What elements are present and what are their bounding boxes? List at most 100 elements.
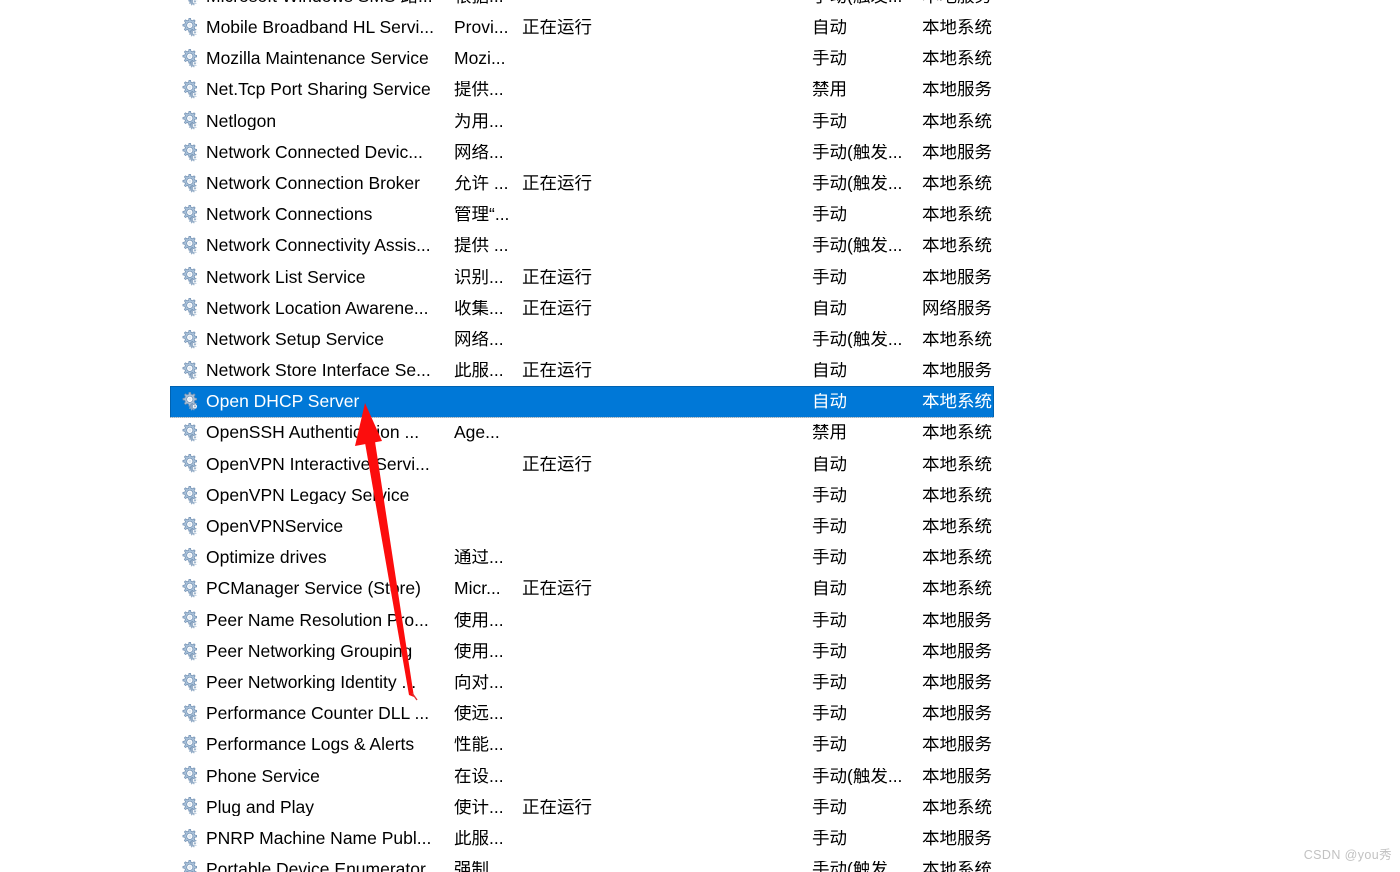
services-window: Microsoft Windows SMS 路...根据...手动(触发...本… <box>0 0 1400 872</box>
service-name: Network Connected Devic... <box>206 143 423 162</box>
service-name: Network Store Interface Se... <box>206 362 431 380</box>
gear-wrench-icon <box>180 0 202 8</box>
service-name: Peer Name Resolution Pro... <box>206 611 429 630</box>
service-startup-type: 手动(触发... <box>812 861 903 872</box>
gear-wrench-icon <box>180 360 202 382</box>
service-startup-type: 手动 <box>812 112 847 131</box>
service-row[interactable]: Network Store Interface Se... 此服... 正在运行 自动… <box>170 355 994 387</box>
service-row-selected[interactable]: Open DHCP Server 自动 本地系统 <box>170 386 994 420</box>
service-description: 使用... <box>454 642 504 661</box>
service-description: 网络... <box>454 330 504 349</box>
gear-wrench-icon <box>180 485 202 507</box>
service-row[interactable]: OpenVPN Legacy Service 手动 本地系统 <box>170 480 994 512</box>
service-startup-type: 手动(触发... <box>812 330 903 349</box>
service-row[interactable]: Network Connections 管理“... 手动 本地系统 <box>170 199 994 231</box>
service-startup-type: 手动 <box>812 206 847 224</box>
service-startup-type: 自动 <box>812 580 847 598</box>
service-status: 正在运行 <box>522 455 592 474</box>
service-name: Network Setup Service <box>206 330 384 349</box>
service-startup-type: 手动 <box>812 486 847 505</box>
service-row[interactable]: Network Connected Devic... 网络... 手动(触发... 本… <box>170 136 994 169</box>
service-name: Network Connection Broker <box>206 174 420 193</box>
service-row[interactable]: PCManager Service (Store) Micr... 正在运行 自动 本地… <box>170 573 994 605</box>
service-row[interactable]: Performance Logs & Alerts 性能... 手动 本地服务 <box>170 729 994 761</box>
service-status: 正在运行 <box>522 299 592 318</box>
service-row[interactable]: Performance Counter DLL ... 使远... 手动 本地服务 <box>170 698 994 730</box>
gear-wrench-icon <box>180 609 202 631</box>
service-startup-type: 手动(触发... <box>812 143 903 162</box>
service-row[interactable]: Net.Tcp Port Sharing Service 提供... 禁用 本地服务 <box>170 74 994 106</box>
service-description: 识别... <box>454 268 504 287</box>
service-description: 此服... <box>454 829 504 848</box>
services-list[interactable]: Microsoft Windows SMS 路...根据... 手动(触发... 本… <box>170 0 994 872</box>
gear-wrench-icon <box>180 266 202 288</box>
gear-wrench-icon <box>180 17 202 39</box>
service-name: Peer Networking Identity ... <box>206 673 417 692</box>
service-row[interactable]: Network Connectivity Assis... 提供 ... 手动(触发… <box>170 230 994 262</box>
service-log-on-as: 本地服务 <box>922 736 992 754</box>
service-startup-type: 手动 <box>812 268 847 287</box>
service-row[interactable]: Network List Service 识别... 正在运行 手动 本地服务 <box>170 261 994 293</box>
service-log-on-as: 本地服务 <box>922 767 992 786</box>
service-name: OpenVPN Interactive Servi... <box>206 455 430 474</box>
gear-wrench-icon <box>180 672 202 694</box>
service-description: Provi... <box>454 19 509 37</box>
gear-wrench-icon <box>180 703 202 725</box>
service-log-on-as: 本地系统 <box>922 237 992 255</box>
service-name: Phone Service <box>206 767 320 786</box>
gear-wrench-icon <box>180 48 202 70</box>
gear-wrench-icon <box>180 110 202 132</box>
service-log-on-as: 本地系统 <box>922 455 992 474</box>
service-description: 性能... <box>454 736 504 754</box>
service-description: 网络... <box>454 143 504 162</box>
service-log-on-as: 本地系统 <box>922 861 992 872</box>
service-startup-type: 手动 <box>812 798 847 817</box>
service-row[interactable]: Network Setup Service 网络... 手动(触发... 本地系统 <box>170 324 994 356</box>
service-startup-type: 手动 <box>812 549 847 567</box>
service-row[interactable]: Mobile Broadband HL Servi... Provi... 正在运行… <box>170 12 994 44</box>
service-startup-type: 手动(触发... <box>812 0 922 5</box>
service-row[interactable]: Peer Networking Identity ... 向对... 手动 本地服务 <box>170 667 994 699</box>
service-name: Net.Tcp Port Sharing Service <box>206 81 431 99</box>
service-log-on-as: 本地系统 <box>922 798 992 817</box>
service-description: 强制... <box>454 861 504 872</box>
service-row[interactable]: Phone Service 在设... 手动(触发... 本地服务 <box>170 760 994 792</box>
service-name: Open DHCP Server <box>206 393 360 411</box>
service-row[interactable]: Peer Name Resolution Pro... 使用... 手动 本地服务 <box>170 604 994 636</box>
service-description: 提供 ... <box>454 237 509 255</box>
service-startup-type: 自动 <box>812 19 847 37</box>
service-description: 使计... <box>454 798 504 817</box>
service-log-on-as: 本地系统 <box>922 486 992 505</box>
service-log-on-as: 本地系统 <box>922 19 992 37</box>
service-startup-type: 自动 <box>812 455 847 474</box>
service-row[interactable]: OpenVPN Interactive Servi... 正在运行 自动 本地系统 <box>170 448 994 480</box>
service-description: 管理“... <box>454 206 510 224</box>
service-row[interactable]: Network Location Awarene... 收集... 正在运行 自动 网络… <box>170 292 994 325</box>
service-description: 根据... <box>454 0 522 5</box>
service-startup-type: 禁用 <box>812 81 847 99</box>
service-row[interactable]: Peer Networking Grouping 使用... 手动 本地服务 <box>170 635 994 668</box>
gear-wrench-icon <box>180 422 202 444</box>
service-status: 正在运行 <box>522 19 592 37</box>
service-row[interactable]: OpenSSH Authentication ... Age... 禁用 本地系统 <box>170 417 994 449</box>
service-row[interactable]: Microsoft Windows SMS 路...根据...手动(触发...本… <box>170 0 994 13</box>
gear-wrench-icon <box>180 547 202 569</box>
service-status: 正在运行 <box>522 798 592 817</box>
service-name: OpenVPN Legacy Service <box>206 486 410 505</box>
service-row[interactable]: OpenVPNService 手动 本地系统 <box>170 511 994 543</box>
service-row[interactable]: Mozilla Maintenance Service Mozi... 手动 本地系统 <box>170 43 994 75</box>
service-row[interactable]: PNRP Machine Name Publ... 此服... 手动 本地服务 <box>170 823 994 855</box>
service-row[interactable]: Optimize drives 通过... 手动 本地系统 <box>170 542 994 574</box>
service-log-on-as: 本地服务 <box>922 642 992 661</box>
service-row[interactable]: Netlogon 为用... 手动 本地系统 <box>170 105 994 137</box>
gear-wrench-icon <box>180 796 202 818</box>
service-startup-type: 自动 <box>812 362 847 380</box>
service-row[interactable]: Network Connection Broker 允许 ... 正在运行 手动(触发… <box>170 168 994 200</box>
service-log-on-as: 本地服务 <box>922 829 992 848</box>
service-row[interactable]: Plug and Play 使计... 正在运行 手动 本地系统 <box>170 791 994 824</box>
gear-wrench-icon <box>180 828 202 850</box>
service-log-on-as: 本地服务 <box>922 143 992 162</box>
service-row[interactable]: Portable Device Enumerator... 强制... 手动(触发.… <box>170 854 994 872</box>
service-description: 此服... <box>454 362 504 380</box>
gear-wrench-icon <box>180 79 202 101</box>
